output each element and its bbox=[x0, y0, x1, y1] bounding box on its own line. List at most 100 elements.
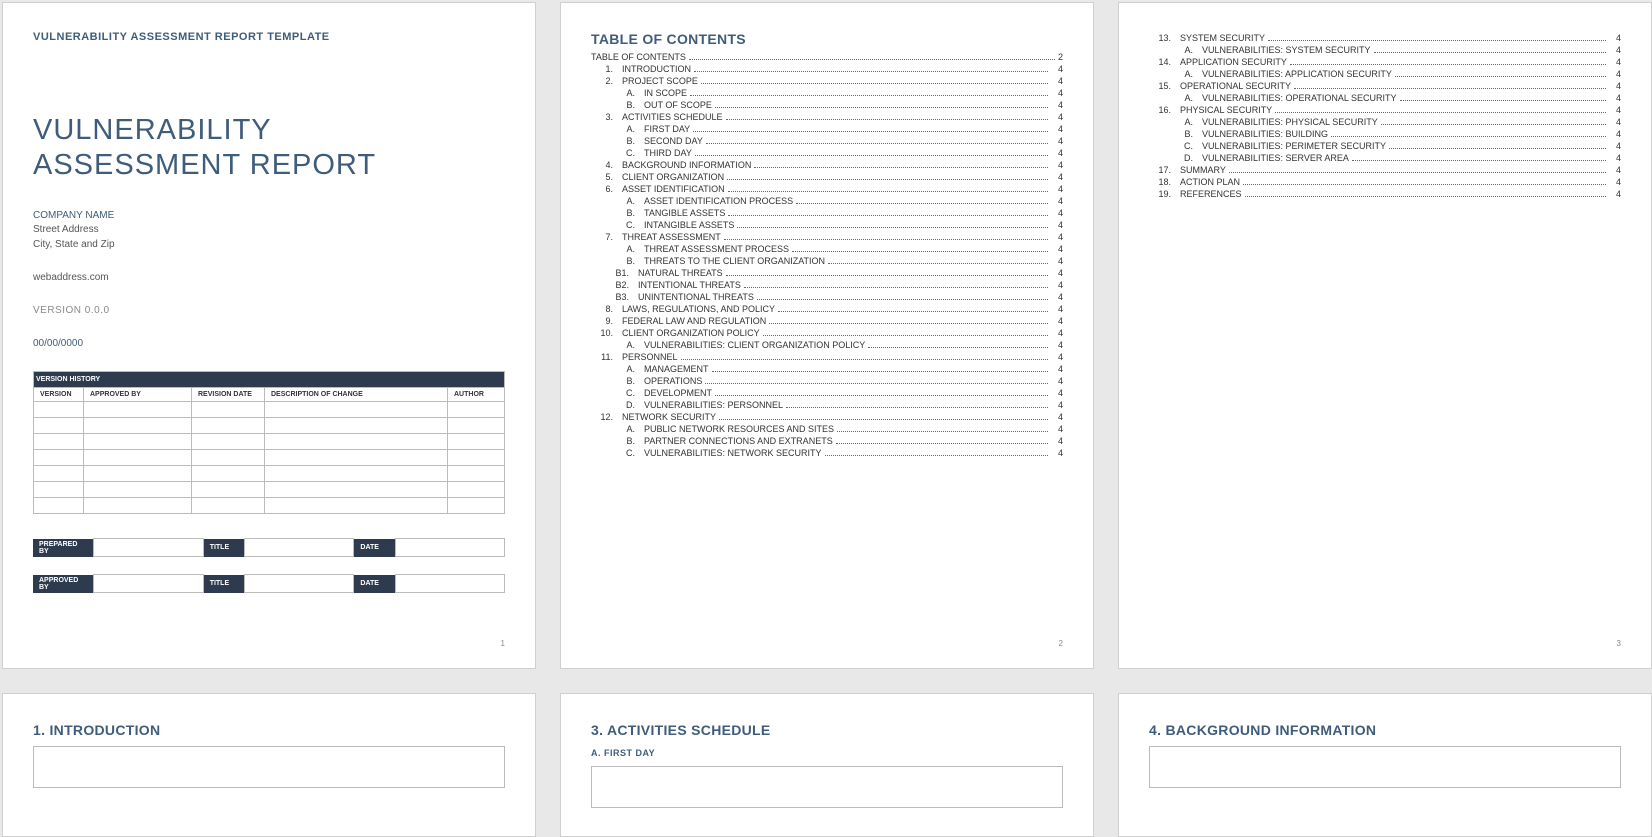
section-activities: 3. ACTIVITIES SCHEDULE bbox=[591, 722, 1063, 738]
toc-number: A. bbox=[591, 364, 635, 374]
document-page-1: VULNERABILITY ASSESSMENT REPORT TEMPLATE… bbox=[3, 3, 535, 668]
toc-entry: B2.INTENTIONAL THREATS4 bbox=[591, 280, 1063, 290]
col-author: AUTHOR bbox=[448, 388, 505, 402]
toc-page: 4 bbox=[1051, 220, 1063, 230]
toc-label: PARTNER CONNECTIONS AND EXTRANETS bbox=[644, 436, 833, 446]
toc-page: 4 bbox=[1051, 100, 1063, 110]
toc-page: 4 bbox=[1051, 340, 1063, 350]
toc-number: B. bbox=[591, 208, 635, 218]
toc-entry: A.VULNERABILITIES: CLIENT ORGANIZATION P… bbox=[591, 340, 1063, 350]
table-row bbox=[34, 434, 505, 450]
prepared-by-value bbox=[94, 539, 203, 557]
col-description: DESCRIPTION OF CHANGE bbox=[265, 388, 448, 402]
section-background: 4. BACKGROUND INFORMATION bbox=[1149, 722, 1621, 738]
document-page-4: 1. INTRODUCTION bbox=[3, 694, 535, 836]
toc-page: 4 bbox=[1609, 189, 1621, 199]
toc-number: 4. bbox=[591, 160, 613, 170]
table-row bbox=[34, 450, 505, 466]
toc-page: 4 bbox=[1051, 316, 1063, 326]
signoff-table: PREPARED BY TITLE DATE APPROVED BY TITLE… bbox=[33, 538, 505, 593]
toc-label: THIRD DAY bbox=[644, 148, 692, 158]
table-row bbox=[34, 402, 505, 418]
toc-page: 4 bbox=[1051, 184, 1063, 194]
toc-label: SECOND DAY bbox=[644, 136, 703, 146]
toc-entry: D.VULNERABILITIES: SERVER AREA4 bbox=[1149, 153, 1621, 163]
toc-entry: 13.SYSTEM SECURITY4 bbox=[1149, 33, 1621, 43]
toc-label: CLIENT ORGANIZATION POLICY bbox=[622, 328, 760, 338]
toc-number: A. bbox=[591, 424, 635, 434]
toc-number: 13. bbox=[1149, 33, 1171, 43]
toc-entry: 4.BACKGROUND INFORMATION4 bbox=[591, 160, 1063, 170]
toc-label: UNINTENTIONAL THREATS bbox=[638, 292, 754, 302]
toc-label: SUMMARY bbox=[1180, 165, 1226, 175]
toc-page: 4 bbox=[1051, 208, 1063, 218]
toc-page: 4 bbox=[1609, 177, 1621, 187]
toc-page: 4 bbox=[1051, 388, 1063, 398]
toc-label: THREAT ASSESSMENT bbox=[622, 232, 721, 242]
toc-self-page: 2 bbox=[1058, 52, 1063, 62]
toc-entry: A.ASSET IDENTIFICATION PROCESS4 bbox=[591, 196, 1063, 206]
toc-label: DEVELOPMENT bbox=[644, 388, 712, 398]
page-number: 3 bbox=[1149, 639, 1621, 648]
toc-body-page2: TABLE OF CONTENTS 2 1.INTRODUCTION42.PRO… bbox=[591, 52, 1063, 460]
toc-number: 2. bbox=[591, 76, 613, 86]
toc-number: 7. bbox=[591, 232, 613, 242]
toc-number: B. bbox=[591, 256, 635, 266]
toc-entry: 6.ASSET IDENTIFICATION4 bbox=[591, 184, 1063, 194]
toc-label: ASSET IDENTIFICATION PROCESS bbox=[644, 196, 793, 206]
toc-label: VULNERABILITIES: PHYSICAL SECURITY bbox=[1202, 117, 1378, 127]
toc-entry: 3.ACTIVITIES SCHEDULE4 bbox=[591, 112, 1063, 122]
toc-entry: C.INTANGIBLE ASSETS4 bbox=[591, 220, 1063, 230]
toc-page: 4 bbox=[1609, 33, 1621, 43]
toc-entry: A.VULNERABILITIES: PHYSICAL SECURITY4 bbox=[1149, 117, 1621, 127]
content-box bbox=[1149, 746, 1621, 788]
toc-entry: D.VULNERABILITIES: PERSONNEL4 bbox=[591, 400, 1063, 410]
toc-page: 4 bbox=[1051, 352, 1063, 362]
toc-label: TANGIBLE ASSETS bbox=[644, 208, 725, 218]
street-address: Street Address bbox=[33, 223, 505, 238]
toc-entry: A.IN SCOPE4 bbox=[591, 88, 1063, 98]
toc-number: 11. bbox=[591, 352, 613, 362]
title-label-1: TITLE bbox=[203, 539, 244, 557]
toc-number: 16. bbox=[1149, 105, 1171, 115]
toc-number: B. bbox=[1149, 129, 1193, 139]
document-title-line-1: VULNERABILITY bbox=[33, 114, 272, 146]
toc-number: D. bbox=[1149, 153, 1193, 163]
toc-page: 4 bbox=[1051, 400, 1063, 410]
toc-label: ACTION PLAN bbox=[1180, 177, 1240, 187]
toc-page: 4 bbox=[1609, 129, 1621, 139]
toc-entry: 16.PHYSICAL SECURITY4 bbox=[1149, 105, 1621, 115]
version-history-title: VERSION HISTORY bbox=[34, 372, 505, 388]
toc-page: 4 bbox=[1051, 412, 1063, 422]
toc-number: A. bbox=[1149, 93, 1193, 103]
approved-by-value bbox=[94, 575, 203, 593]
content-box bbox=[33, 746, 505, 788]
toc-label: LAWS, REGULATIONS, AND POLICY bbox=[622, 304, 775, 314]
toc-page: 4 bbox=[1051, 88, 1063, 98]
version-label: VERSION 0.0.0 bbox=[33, 305, 505, 316]
toc-entry: A. VULNERABILITIES: SYSTEM SECURITY 4 bbox=[1149, 45, 1621, 55]
table-row bbox=[34, 482, 505, 498]
toc-page: 4 bbox=[1609, 57, 1621, 67]
toc-number: B. bbox=[591, 136, 635, 146]
toc-entry: C.VULNERABILITIES: NETWORK SECURITY4 bbox=[591, 448, 1063, 458]
toc-page: 4 bbox=[1609, 93, 1621, 103]
toc-number: B. bbox=[591, 100, 635, 110]
toc-number: A. bbox=[1149, 45, 1193, 55]
toc-number: C. bbox=[591, 448, 635, 458]
toc-entry: B3.UNINTENTIONAL THREATS4 bbox=[591, 292, 1063, 302]
toc-number: 8. bbox=[591, 304, 613, 314]
toc-entry: 14.APPLICATION SECURITY4 bbox=[1149, 57, 1621, 67]
col-approved: APPROVED BY bbox=[84, 388, 192, 402]
toc-page: 4 bbox=[1051, 112, 1063, 122]
toc-page: 4 bbox=[1609, 45, 1621, 55]
document-page-2: TABLE OF CONTENTS TABLE OF CONTENTS 2 1.… bbox=[561, 3, 1093, 668]
toc-entry: 18.ACTION PLAN4 bbox=[1149, 177, 1621, 187]
toc-page: 4 bbox=[1609, 69, 1621, 79]
toc-label: REFERENCES bbox=[1180, 189, 1242, 199]
toc-number: A. bbox=[1149, 69, 1193, 79]
approved-by-row: APPROVED BY TITLE DATE bbox=[33, 575, 505, 593]
toc-page: 4 bbox=[1051, 292, 1063, 302]
toc-label: VULNERABILITIES: SYSTEM SECURITY bbox=[1202, 45, 1371, 55]
toc-page: 4 bbox=[1051, 244, 1063, 254]
